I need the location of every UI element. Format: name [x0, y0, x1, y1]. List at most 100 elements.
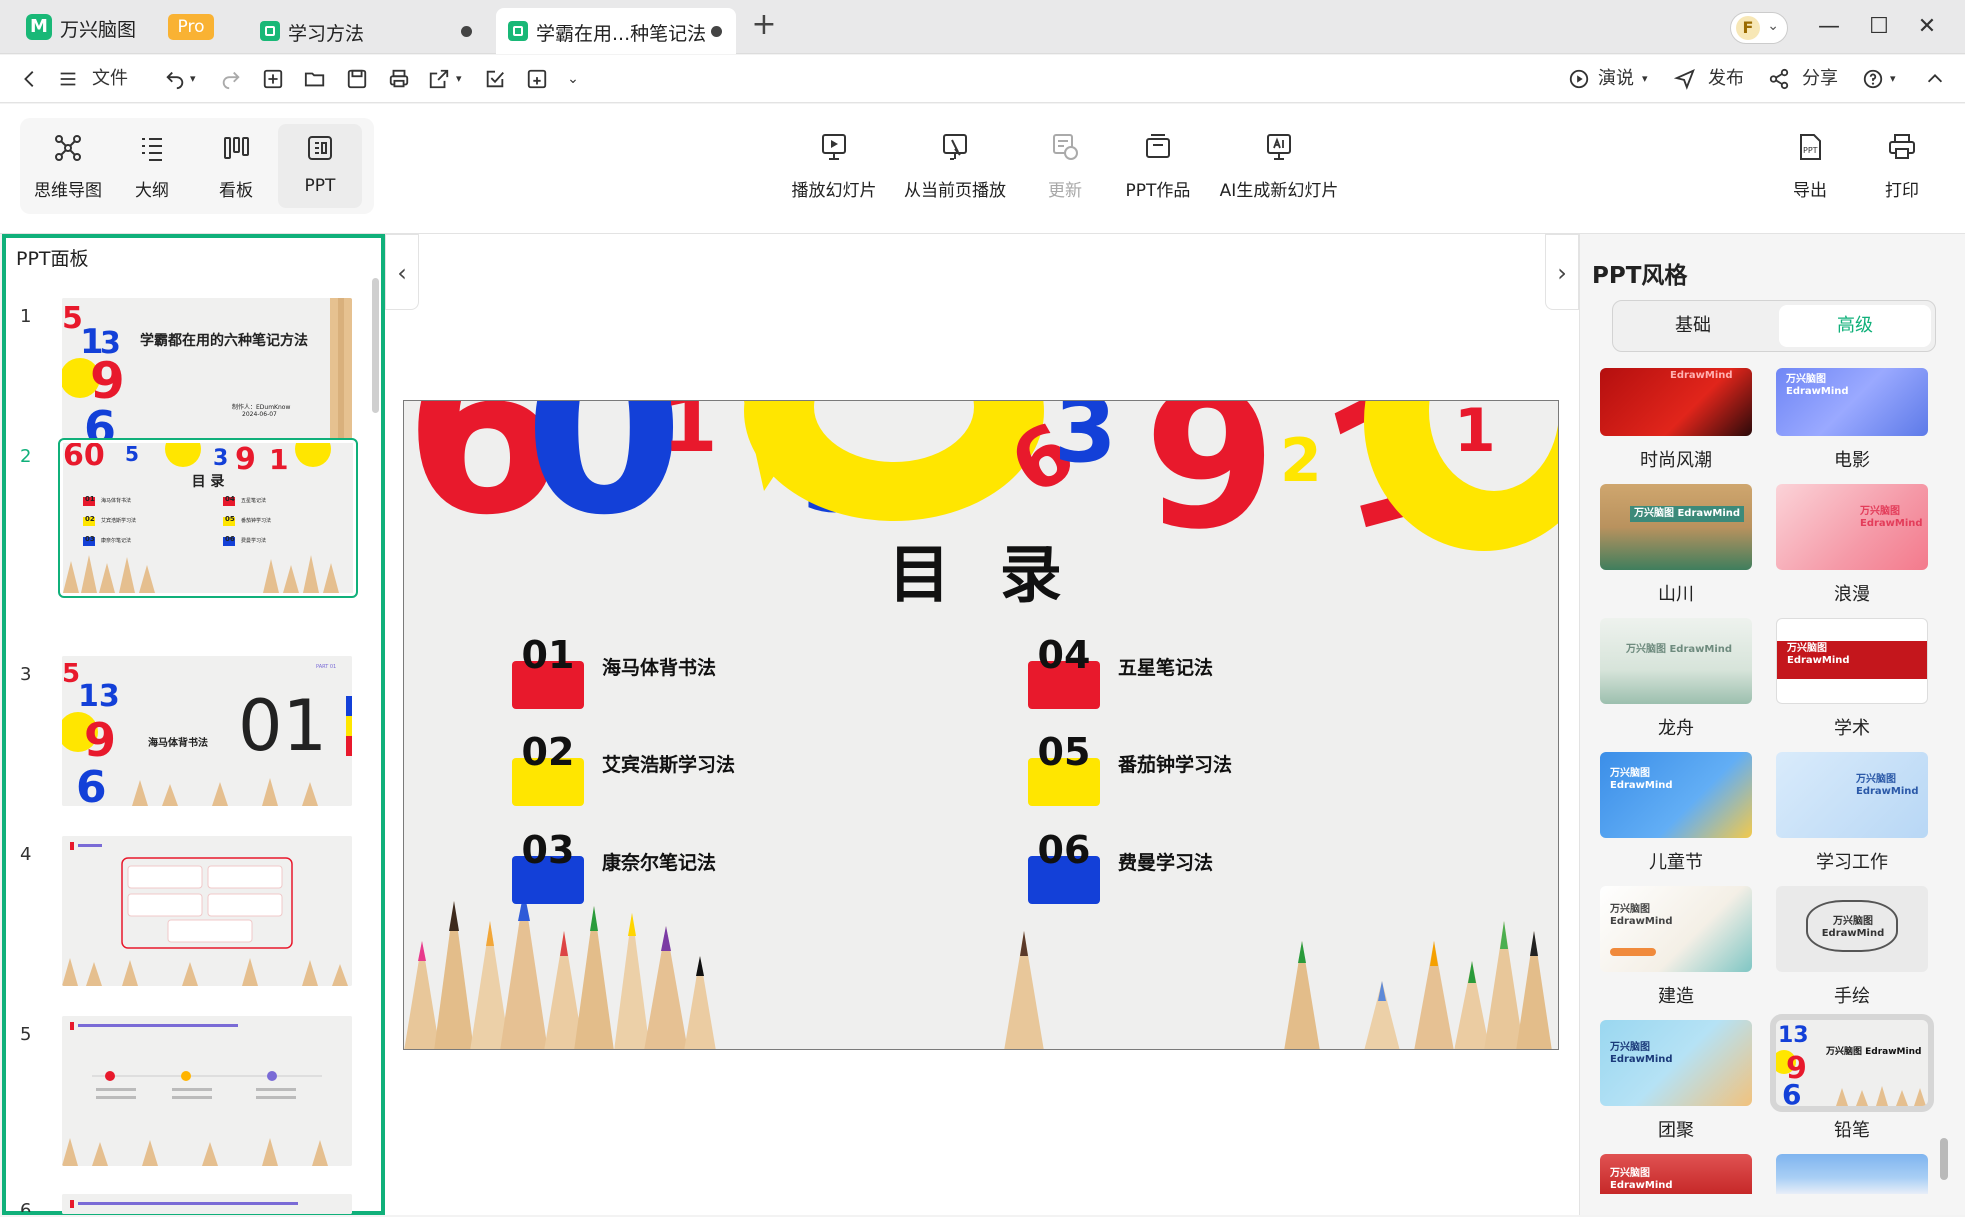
view-outline-button[interactable]: 大纲: [110, 124, 194, 208]
play-slides-button[interactable]: 播放幻灯片: [784, 128, 884, 208]
publish-button[interactable]: 发布: [1674, 63, 1754, 95]
view-label: 看板: [219, 181, 253, 201]
outline-icon: [142, 138, 162, 161]
checkin-button[interactable]: [482, 63, 508, 95]
ppt-style-panel: PPT风格 基础 高级 EdrawMind 时尚风潮 万兴脑图 EdrawMin…: [1579, 234, 1965, 1215]
collapse-left-panel-button[interactable]: ‹: [385, 234, 419, 310]
ai-slides-button[interactable]: AI生成新幻灯片: [1214, 128, 1344, 208]
share-button[interactable]: 分享: [1768, 63, 1848, 95]
minimize-button[interactable]: —: [1812, 10, 1846, 44]
style-card-childrens-day[interactable]: 万兴脑图 EdrawMind: [1600, 752, 1752, 838]
hamburger-menu-icon: [60, 72, 76, 86]
thumb-title: 海马体背书法: [148, 738, 208, 749]
style-card-movie[interactable]: 万兴脑图 EdrawMind: [1776, 368, 1928, 436]
thumb-toc-label: 费曼学习法: [241, 538, 267, 544]
pro-badge[interactable]: Pro: [168, 14, 214, 40]
print-quick-button[interactable]: [386, 63, 412, 95]
new-tab-button[interactable]: +: [748, 10, 780, 42]
svg-text:6: 6: [76, 762, 107, 806]
style-card-next-1[interactable]: 万兴脑图 EdrawMind: [1600, 1154, 1752, 1194]
menu-button[interactable]: [56, 63, 80, 95]
style-card-romantic[interactable]: 万兴脑图 EdrawMind: [1776, 484, 1928, 570]
style-card-mountains[interactable]: 万兴脑图 EdrawMind: [1600, 484, 1752, 570]
card-text: 万兴脑图 EdrawMind: [1630, 506, 1745, 522]
help-icon: [1863, 69, 1883, 89]
new-file-button[interactable]: [260, 63, 286, 95]
ribbon-label: 从当前页播放: [904, 181, 1006, 201]
present-button[interactable]: 演说 ▾: [1568, 63, 1658, 95]
svg-text:2: 2: [1280, 426, 1322, 496]
tab-label: 学霸在用...种笔记法: [536, 23, 707, 45]
style-card-dragon-boat[interactable]: 万兴脑图 EdrawMind: [1600, 618, 1752, 704]
ppt-panel-title: PPT面板: [16, 248, 89, 270]
tab-note-methods[interactable]: 学霸在用...种笔记法: [496, 8, 736, 54]
slide-number: 3: [20, 664, 32, 685]
toc-label: 艾宾浩斯学习法: [602, 754, 736, 776]
thumb-toc-04: 04: [225, 495, 235, 503]
unsaved-dot-icon[interactable]: [711, 26, 722, 37]
card-text: 万兴脑图 EdrawMind: [1610, 1168, 1673, 1191]
slide-thumbnail-1[interactable]: 5 1 3 9 6 学霸都在用的六种笔记方法 制作人：EDumKnow 2024…: [62, 298, 352, 448]
style-card-fashion[interactable]: EdrawMind: [1600, 368, 1752, 436]
back-arrow-icon: [24, 71, 34, 87]
style-label: 时尚风潮: [1640, 450, 1712, 471]
slide-thumbnail-4[interactable]: [62, 836, 352, 986]
style-card-next-2[interactable]: [1776, 1154, 1928, 1194]
mindmap-icon: [55, 135, 81, 161]
unsaved-dot-icon[interactable]: [461, 26, 472, 37]
view-mindmap-button[interactable]: 思维导图: [26, 124, 110, 208]
view-kanban-button[interactable]: 看板: [194, 124, 278, 208]
file-menu-button[interactable]: 文件: [90, 63, 130, 95]
slide-thumbnail-5[interactable]: [62, 1016, 352, 1166]
ribbon-label: PPT作品: [1125, 181, 1191, 201]
tab-study-methods[interactable]: 学习方法: [248, 8, 486, 54]
publish-label: 发布: [1708, 68, 1744, 89]
style-card-reunion[interactable]: 万兴脑图 EdrawMind: [1600, 1020, 1752, 1106]
export-button[interactable]: PPT 导出: [1784, 128, 1836, 208]
update-button[interactable]: 更新: [1030, 128, 1100, 208]
collapse-ribbon-button[interactable]: [1922, 63, 1948, 95]
print-button[interactable]: 打印: [1876, 128, 1928, 208]
back-button[interactable]: [18, 63, 42, 95]
ai-slides-icon: [1267, 134, 1291, 160]
style-card-pencil[interactable]: 13 9 6 万兴脑图 EdrawMind: [1770, 1014, 1934, 1112]
undo-button[interactable]: ▾: [164, 63, 204, 95]
more-tools-button[interactable]: ⌄: [564, 63, 582, 95]
user-avatar-button[interactable]: F ⌄: [1730, 12, 1788, 44]
style-segment-control: 基础 高级: [1612, 300, 1936, 352]
ppt-works-button[interactable]: PPT作品: [1118, 128, 1198, 208]
segment-advanced[interactable]: 高级: [1779, 305, 1931, 347]
slide-thumbnail-2[interactable]: 60 5 3 9 1 目 录 01 海马体背书法 02 艾宾浩斯学习法 03 康…: [58, 438, 358, 598]
view-ppt-button[interactable]: PPT: [278, 124, 362, 208]
svg-text:1: 1: [1454, 401, 1496, 466]
play-current-button[interactable]: 从当前页播放: [900, 128, 1010, 208]
close-window-button[interactable]: ✕: [1910, 10, 1944, 44]
panel-scrollbar[interactable]: [372, 278, 379, 413]
svg-text:PPT: PPT: [1803, 146, 1818, 155]
collapse-right-panel-button[interactable]: ›: [1545, 234, 1579, 310]
ppt-works-icon: [1146, 134, 1170, 158]
segment-basic[interactable]: 基础: [1617, 305, 1769, 347]
play-slides-icon: [822, 134, 846, 160]
style-card-study-work[interactable]: 万兴脑图 EdrawMind: [1776, 752, 1928, 838]
slide-thumbnail-3[interactable]: 5 13 9 6 海马体背书法 01 PART 01: [62, 656, 352, 806]
save-button[interactable]: [344, 63, 370, 95]
current-slide[interactable]: 6 0 1 5 6 3 9 2 1 1: [403, 400, 1559, 1050]
ribbon-label: 播放幻灯片: [791, 181, 877, 201]
play-circle-icon: [1569, 69, 1589, 89]
redo-button[interactable]: [218, 63, 244, 95]
maximize-button[interactable]: ☐: [1862, 10, 1896, 44]
save-as-button[interactable]: [524, 63, 550, 95]
style-card-academic[interactable]: 万兴脑图 EdrawMind: [1776, 618, 1928, 704]
update-icon: [1053, 134, 1078, 160]
document-icon: [508, 21, 528, 41]
export-quick-button[interactable]: ▾: [428, 63, 468, 95]
thumb-toc-02: 02: [85, 515, 95, 523]
help-button[interactable]: ▾: [1862, 63, 1902, 95]
slide-thumbnail-6[interactable]: [62, 1194, 352, 1214]
style-card-building[interactable]: 万兴脑图 EdrawMind: [1600, 886, 1752, 972]
style-panel-scrollbar[interactable]: [1940, 1138, 1948, 1180]
open-folder-button[interactable]: [302, 63, 328, 95]
style-card-hand-drawn[interactable]: 万兴脑图 EdrawMind: [1776, 886, 1928, 972]
style-label: 山川: [1658, 584, 1694, 605]
